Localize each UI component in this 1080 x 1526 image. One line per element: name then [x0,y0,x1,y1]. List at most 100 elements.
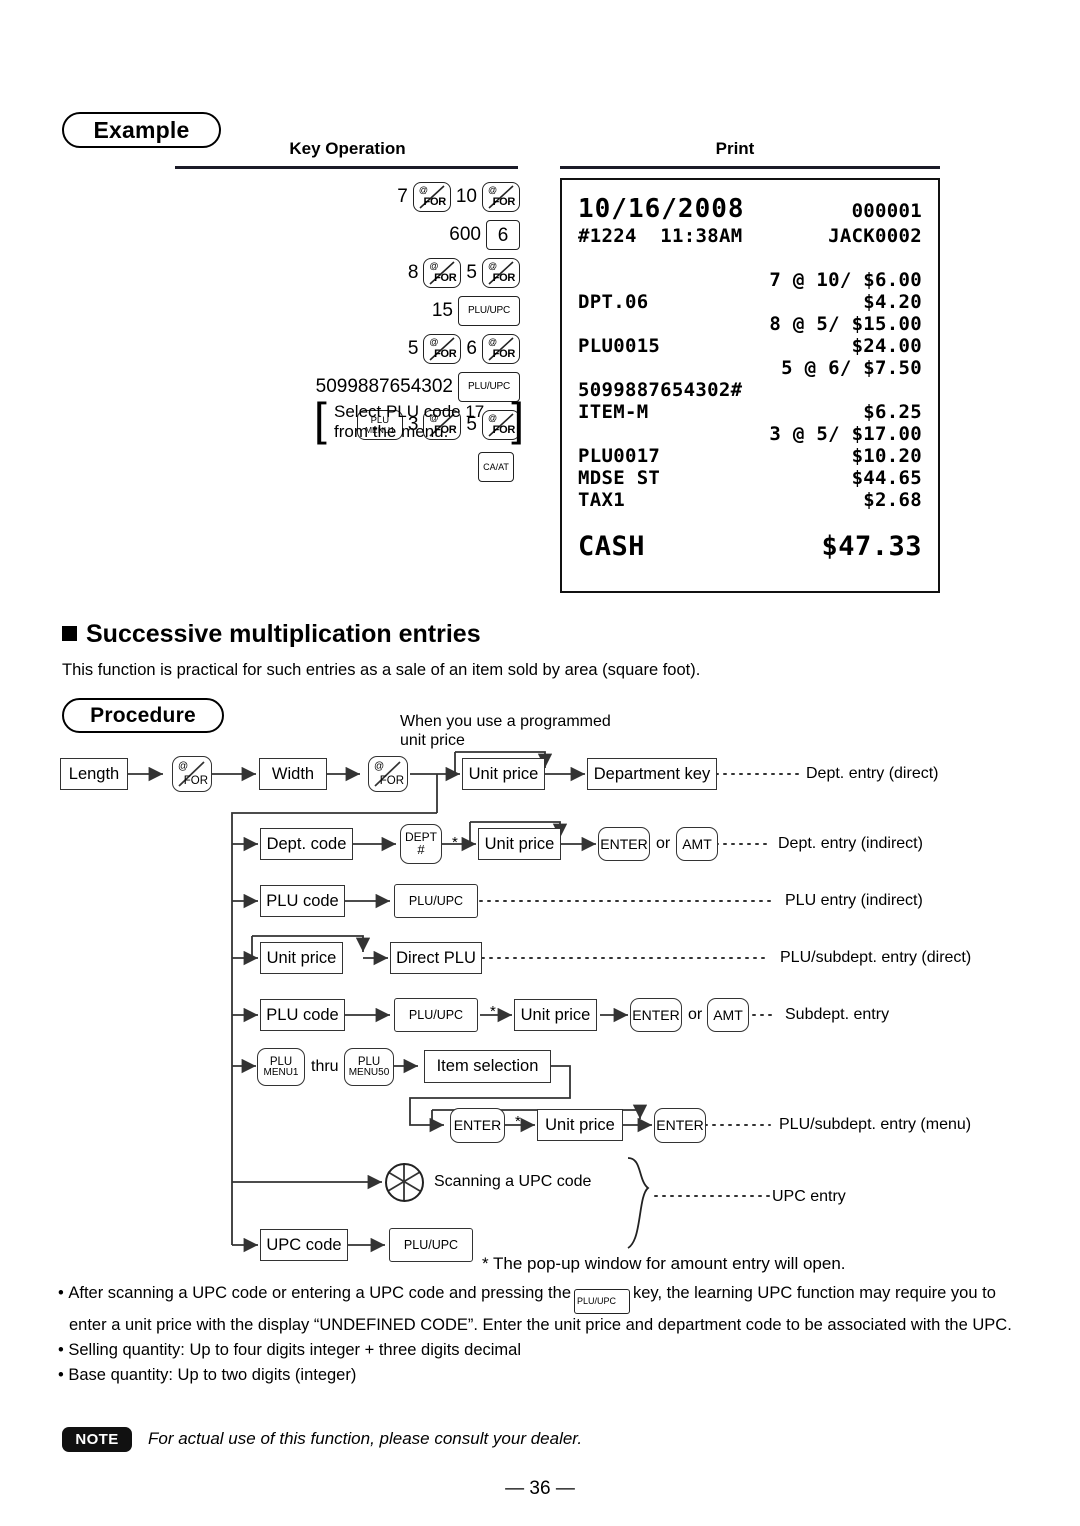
flow-label-dept-direct: Dept. entry (direct) [806,765,939,782]
for-label: FOR [434,348,457,360]
for-label: FOR [434,272,457,284]
key-row: 15 PLU/UPC [150,294,520,328]
receipt-line: 3 @ 5/ $17.00 [578,423,922,445]
ca-at-key[interactable]: CA/AT [478,452,514,482]
dept-hash-line2: # [417,842,425,858]
flow-dept-code-box: Dept. code [260,828,353,860]
receipt-line-right: $4.20 [863,291,922,313]
receipt-clerk: JACK0002 [828,225,922,247]
flow-unit-price-box: Unit price [478,828,561,860]
page-number: — 36 — [505,1478,575,1499]
procedure-pill: Procedure [62,698,224,733]
amt-key[interactable]: AMT [676,827,718,861]
department-6-key[interactable]: 6 [486,220,520,250]
key-row: 600 6 [150,218,520,252]
receipt-line: 7 @ 10/ $6.00 [578,269,922,291]
receipt-header-line1: 10/16/2008 000001 [578,194,922,224]
enter-key[interactable]: ENTER [654,1108,706,1143]
procedure-label: Procedure [90,703,196,727]
receipt-line: 5 @ 6/ $7.50 [578,357,922,379]
flow-star-dept: * [452,834,458,851]
bracket-right: ] [511,393,524,445]
flow-direct-plu-box: Direct PLU [390,942,482,974]
at-for-key[interactable]: @ FOR [482,334,520,364]
note-badge: NOTE [62,1427,132,1452]
bullet-list: • After scanning a UPC code or entering … [58,1282,1023,1389]
section-heading: Successive multiplication entries [62,620,481,649]
flow-plu-upc-box: PLU/UPC [389,1228,473,1262]
list-item: • Base quantity: Up to two digits (integ… [58,1364,1023,1388]
at-for-key[interactable]: @ FOR [482,258,520,288]
flow-label-dept-indirect: Dept. entry (indirect) [778,835,923,852]
key-digits: 5 [466,262,477,283]
receipt-line-right: 8 @ 5/ $15.00 [769,313,922,335]
receipt-date: 10/16/2008 [578,194,745,224]
key-operation-rule [175,166,518,169]
bullet1-part1: After scanning a UPC code or entering a … [68,1284,571,1302]
flow-star-menu: * [515,1113,521,1130]
receipt-line: MDSE ST $44.65 [578,467,922,489]
flow-department-key-box: Department key [587,758,717,790]
plu-menu50-key[interactable]: PLU MENU50 [344,1048,394,1086]
for-label: FOR [492,196,516,208]
key-operation-heading: Key Operation [289,139,406,158]
receipt-line-right: $44.65 [851,467,922,489]
note-text: For actual use of this function, please … [148,1429,583,1448]
at-for-key[interactable]: @ FOR [412,182,451,212]
key-digits: 10 [455,186,477,207]
manual-page: Example Key Operation Print 7 @ FOR 10 @… [0,0,1080,1526]
section-heading-text: Successive multiplication entries [86,620,481,648]
enter-key[interactable]: ENTER [450,1108,505,1143]
receipt-line: TAX1 $2.68 [578,489,922,511]
key-digits: 5 [407,338,419,359]
flow-length-box: Length [60,758,128,790]
plu-menu50-line1: PLU [357,1055,381,1068]
for-label: FOR [492,348,516,360]
flow-unit-price-box: Unit price [260,942,343,974]
key-row: 5099887654302 PLU/UPC [150,370,520,404]
receipt-total-amount: $47.33 [821,531,922,562]
dept-hash-key[interactable]: DEPT # [400,824,442,864]
receipt-line-right: $2.68 [863,489,922,511]
programmed-unit-price-note: When you use a programmed unit price [400,712,611,750]
at-for-key[interactable]: @ FOR [172,756,212,792]
at-for-key[interactable]: @ FOR [423,334,462,364]
section-intro: This function is practical for such entr… [62,661,701,679]
receipt-line: PLU0017 $10.20 [578,445,922,467]
key-digits: 15 [431,300,453,321]
receipt-line-left: MDSE ST [578,467,661,489]
example-pill: Example [62,112,221,148]
receipt-line-right: $10.20 [851,445,922,467]
select-plu-note-line2: from the menu. [334,421,449,441]
amt-key[interactable]: AMT [707,998,749,1032]
at-for-key[interactable]: @ FOR [423,258,462,288]
flow-or-text: or [688,1006,703,1023]
at-for-key[interactable]: @ FOR [482,182,520,212]
flow-unit-price-box: Unit price [462,758,545,790]
at-for-key[interactable]: @ FOR [368,756,408,792]
scanner-symbol-icon [385,1163,424,1202]
bracket-left: [ [314,393,327,445]
flow-plu-upc-box: PLU/UPC [394,998,478,1032]
receipt-line: PLU0015 $24.00 [578,335,922,357]
flow-label-plu-subdept-menu: PLU/subdept. entry (menu) [779,1116,972,1133]
flow-star-subdept: * [490,1003,496,1020]
plu-upc-key[interactable]: PLU/UPC [458,296,520,326]
plu-menu1-line2: MENU1 [263,1066,299,1078]
receipt-header-line2: #1224 11:38AM JACK0002 [578,225,922,247]
receipt-line-left: ITEM-M [578,401,649,423]
key-digits: 6 [466,338,477,359]
select-plu-note-line1: Select PLU code 17 [334,402,485,421]
receipt-line-right: $24.00 [851,335,922,357]
receipt-line-left: 5099887654302# [578,379,743,401]
receipt-line-left: DPT.06 [578,291,649,313]
plu-upc-key[interactable]: PLU/UPC [574,1289,630,1315]
flow-plu-code-box: PLU code [260,999,345,1031]
plu-menu1-line1: PLU [269,1055,293,1068]
enter-key[interactable]: ENTER [598,827,650,861]
enter-key[interactable]: ENTER [630,998,682,1032]
key-digits: 600 [449,224,481,245]
plu-menu1-key[interactable]: PLU MENU1 [257,1048,305,1086]
key-digits: 8 [407,262,419,283]
receipt-line-left: PLU0015 [578,335,661,357]
